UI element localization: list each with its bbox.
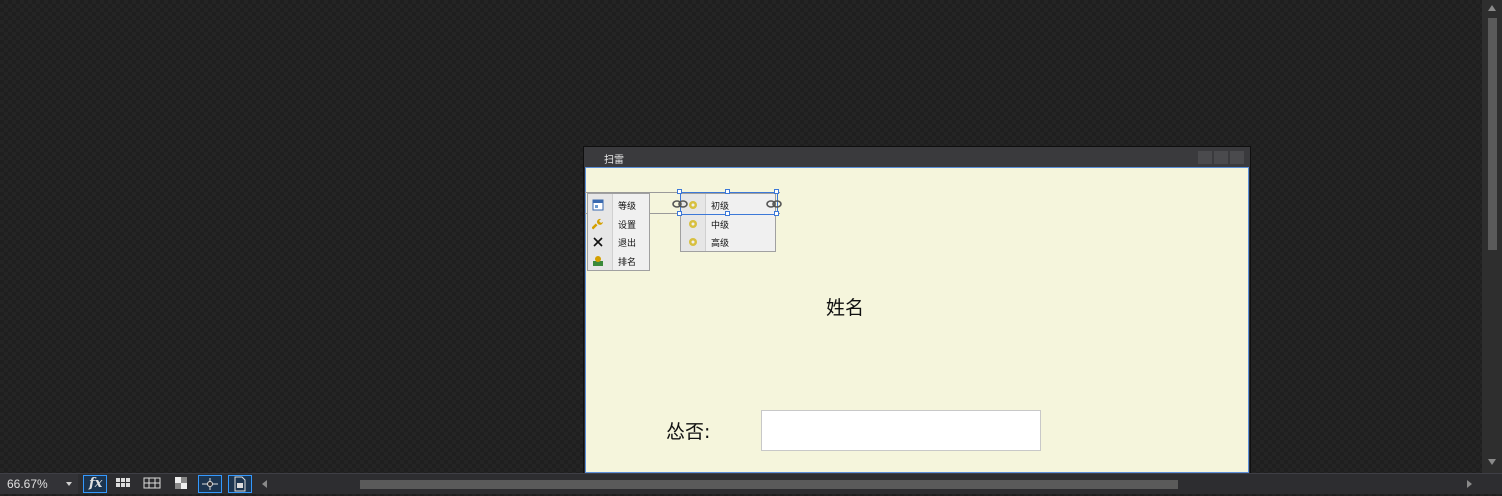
submenu-item-advanced[interactable]: 高级: [681, 233, 775, 251]
chevron-down-icon: [66, 482, 72, 486]
resize-handle-s[interactable]: [725, 211, 730, 216]
transparency-button[interactable]: [170, 475, 194, 493]
minimize-button[interactable]: [1198, 151, 1212, 164]
maximize-button[interactable]: [1214, 151, 1228, 164]
crosshair-icon: [202, 478, 218, 490]
link-icon: [766, 200, 782, 208]
menu-item-settings[interactable]: 设置: [588, 215, 649, 233]
field-label: 怂否:: [666, 421, 711, 443]
document-icon: [234, 476, 246, 492]
scroll-up-arrow-icon[interactable]: [1488, 5, 1496, 11]
grid-icon: [116, 478, 130, 487]
menu-item-label: 设置: [618, 221, 637, 231]
scroll-down-arrow-icon[interactable]: [1488, 459, 1496, 465]
vertical-scrollbar[interactable]: [1482, 0, 1502, 473]
zoom-value: 66.67%: [7, 477, 48, 491]
menu-item-label: 高级: [711, 239, 730, 249]
scroll-left-arrow-icon[interactable]: [262, 480, 267, 488]
resize-handle-n[interactable]: [725, 189, 730, 194]
checkerboard-icon: [175, 477, 187, 489]
fx-icon: fx: [89, 476, 103, 491]
formula-button[interactable]: fx: [83, 475, 107, 493]
resize-handle-ne[interactable]: [774, 189, 779, 194]
main-menu-dropdown[interactable]: 等级 设置 退出 排名: [587, 193, 650, 271]
resize-handle-se[interactable]: [774, 211, 779, 216]
snap-grid-icon: [143, 477, 161, 489]
designer-status-bar: 66.67% fx: [0, 473, 1502, 494]
gear-icon: [689, 238, 697, 246]
menu-item-level[interactable]: 等级: [588, 196, 649, 214]
menu-item-exit[interactable]: 退出: [588, 233, 649, 251]
wrench-icon: [592, 218, 603, 230]
resize-handle-nw[interactable]: [677, 189, 682, 194]
name-label: 姓名: [826, 297, 865, 319]
menu-item-ranking[interactable]: 排名: [588, 252, 649, 270]
answer-textbox[interactable]: [761, 410, 1041, 451]
ranking-icon: [593, 256, 603, 266]
close-button[interactable]: [1230, 151, 1244, 164]
vertical-scroll-thumb[interactable]: [1488, 18, 1497, 250]
menu-item-label: 退出: [618, 239, 637, 249]
link-icon: [672, 200, 688, 208]
horizontal-scroll-thumb[interactable]: [360, 480, 1178, 489]
menu-item-label: 排名: [618, 258, 637, 268]
gear-icon: [689, 220, 697, 228]
form-titlebar[interactable]: 扫雷: [584, 147, 1250, 167]
menu-item-label: 等级: [618, 202, 637, 212]
close-x-icon: [593, 237, 603, 247]
form-title: 扫雷: [604, 155, 624, 166]
menu-item-label: 中级: [711, 221, 730, 231]
grid-view-button[interactable]: [113, 475, 137, 493]
document-view-button[interactable]: [228, 475, 252, 493]
scroll-right-arrow-icon[interactable]: [1467, 480, 1472, 488]
snap-grid-button[interactable]: [141, 475, 165, 493]
submenu-item-intermediate[interactable]: 中级: [681, 215, 775, 233]
resize-handle-sw[interactable]: [677, 211, 682, 216]
zoom-dropdown[interactable]: 66.67%: [0, 474, 78, 494]
snap-lines-button[interactable]: [198, 475, 222, 493]
window-icon: [592, 199, 604, 211]
